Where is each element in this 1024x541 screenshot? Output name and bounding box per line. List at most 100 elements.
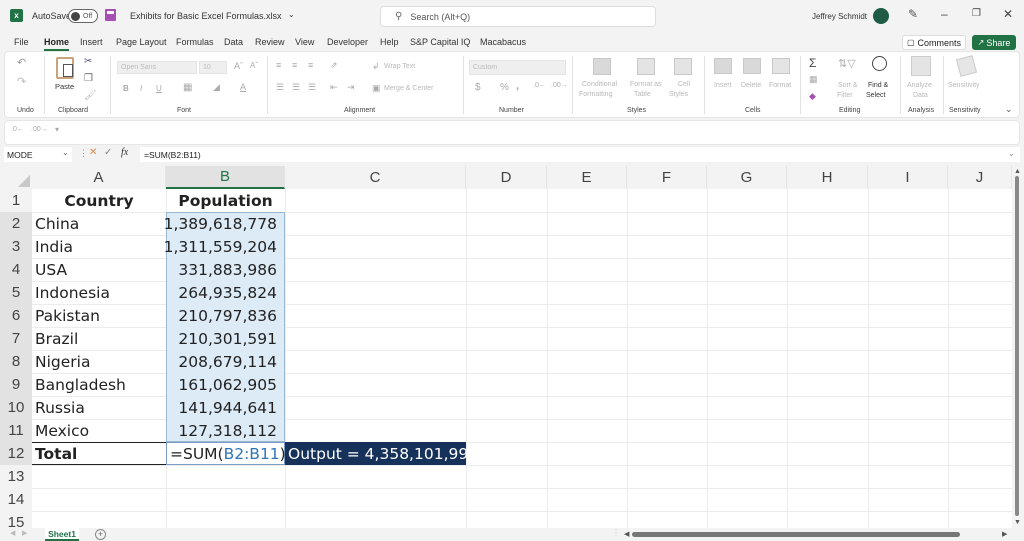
increase-font-icon[interactable]: Aˆ [234,61,243,71]
font-color-icon[interactable]: A [240,82,246,92]
underline-icon[interactable]: U [156,84,162,93]
row-header-12[interactable]: 12 [0,442,32,465]
decrease-decimal-icon[interactable]: .00→ [31,126,48,133]
more-options-icon[interactable]: ⋮ [79,148,88,159]
wrap-text-icon[interactable]: ↲ [372,61,380,72]
column-header-c[interactable]: C [285,166,466,189]
header-country[interactable]: Country [32,189,166,212]
cell-styles-icon[interactable] [674,58,692,75]
currency-icon[interactable]: $ [475,82,481,93]
cell-population[interactable]: 161,062,905 [166,373,285,396]
collapse-ribbon-icon[interactable]: ⌄ [1005,104,1013,115]
share-button[interactable]: ↗ Share [972,35,1016,50]
cancel-icon[interactable]: ✕ [89,147,97,158]
row-header-11[interactable]: 11 [0,419,32,442]
column-header-f[interactable]: F [627,166,707,189]
cell-styles-label-2[interactable]: Styles [669,91,688,98]
format-as-table-label[interactable]: Format as [630,81,662,88]
cell-population[interactable]: 1,389,618,778 [164,212,285,235]
row-header-15[interactable]: 15 [0,511,32,528]
minimize-icon[interactable]: – [941,7,948,21]
tab-home[interactable]: Home [44,37,70,51]
total-formula-cell[interactable]: =SUM(B2:B11) [166,442,286,465]
horizontal-scroll-thumb[interactable] [632,532,960,537]
column-header-i[interactable]: I [868,166,948,189]
merge-center-icon[interactable]: ▣ [372,83,381,94]
tab-sp-capital-iq[interactable]: S&P Capital IQ [410,37,470,47]
scroll-right-icon[interactable]: ▶ [1002,530,1007,538]
wrap-text-button[interactable]: Wrap Text [384,63,415,70]
tab-review[interactable]: Review [255,37,285,47]
cell-population[interactable]: 1,311,559,204 [164,235,285,258]
increase-decimal-icon[interactable]: .0← [11,126,24,133]
cell-styles-label[interactable]: Cell [678,81,690,88]
fill-icon[interactable]: ▦ [809,74,818,85]
tab-view[interactable]: View [295,37,314,47]
cell-country[interactable]: India [32,235,166,258]
tab-data[interactable]: Data [224,37,243,47]
tab-insert[interactable]: Insert [80,37,103,47]
sort-filter-label[interactable]: Sort & [838,82,857,89]
filename-chevron-icon[interactable]: ⌄ [288,10,295,19]
expand-formula-bar-icon[interactable]: ⌄ [1008,149,1015,158]
format-painter-icon[interactable]: 🖌 [84,90,97,101]
column-header-e[interactable]: E [547,166,627,189]
conditional-formatting-label[interactable]: Conditional [582,81,617,88]
row-header-4[interactable]: 4 [0,258,32,281]
search-box[interactable]: ⚲ Search (Alt+Q) [380,6,656,27]
cell-population[interactable]: 264,935,824 [166,281,285,304]
borders-icon[interactable]: ▦ [183,82,192,93]
cell-population[interactable]: 127,318,112 [166,419,285,442]
row-header-9[interactable]: 9 [0,373,32,396]
cell-population[interactable]: 210,797,836 [166,304,285,327]
cell-country[interactable]: Brazil [32,327,166,350]
align-left-icon[interactable]: ☰ [276,82,284,93]
find-select-label-2[interactable]: Select [866,92,885,99]
delete-cells-label[interactable]: Delete [741,82,761,89]
italic-icon[interactable]: I [140,84,142,93]
save-icon[interactable] [105,9,116,21]
align-center-icon[interactable]: ☰ [292,82,300,93]
name-box-chevron-icon[interactable]: ⌄ [62,148,69,157]
autosum-icon[interactable]: Σ [809,56,816,70]
select-all-corner[interactable] [0,166,32,189]
comma-icon[interactable]: , [516,80,519,92]
increase-indent-icon[interactable]: ⇥ [347,82,355,93]
cell-country[interactable]: Pakistan [32,304,166,327]
merge-center-button[interactable]: Merge & Center [384,85,433,92]
file-name[interactable]: Exhibits for Basic Excel Formulas.xlsx [130,11,282,21]
bottom-align-icon[interactable]: ≡ [308,60,313,70]
total-label[interactable]: Total [32,442,166,465]
sheet-tab-sheet1[interactable]: Sheet1 [45,528,79,541]
cell-country[interactable]: Nigeria [32,350,166,373]
number-format-select[interactable]: Custom [469,60,566,75]
user-name[interactable]: Jeffrey Schmidt [812,12,867,21]
column-header-a[interactable]: A [32,166,166,189]
analyze-data-label-2[interactable]: Data [913,92,928,99]
row-header-5[interactable]: 5 [0,281,32,304]
sensitivity-label[interactable]: Sensitivity [948,82,980,89]
format-cells-label[interactable]: Format [769,82,791,89]
cell-country[interactable]: Russia [32,396,166,419]
sort-filter-label-2[interactable]: Filter [837,92,853,99]
insert-cells-label[interactable]: Insert [714,82,732,89]
insert-cells-icon[interactable] [714,58,732,74]
scroll-left-icon[interactable]: ◀ [624,530,629,538]
autosave-toggle[interactable]: Off [68,9,98,23]
tab-help[interactable]: Help [380,37,399,47]
row-header-2[interactable]: 2 [0,212,32,235]
row-header-3[interactable]: 3 [0,235,32,258]
column-header-j[interactable]: J [948,166,1012,189]
tab-macabacus[interactable]: Macabacus [480,37,526,47]
orientation-icon[interactable]: ⇗ [330,60,338,71]
insert-function-icon[interactable]: fx [121,147,128,158]
tab-file[interactable]: File [14,37,29,47]
analyze-data-label[interactable]: Analyze [907,82,932,89]
customize-icon[interactable]: ▾ [55,125,59,134]
font-size-select[interactable]: 10 [199,61,227,74]
cell-country[interactable]: China [32,212,166,235]
tab-formulas[interactable]: Formulas [176,37,214,47]
redo-icon[interactable]: ↷ [17,75,26,88]
cell-country[interactable]: Mexico [32,419,166,442]
format-cells-icon[interactable] [772,58,790,74]
